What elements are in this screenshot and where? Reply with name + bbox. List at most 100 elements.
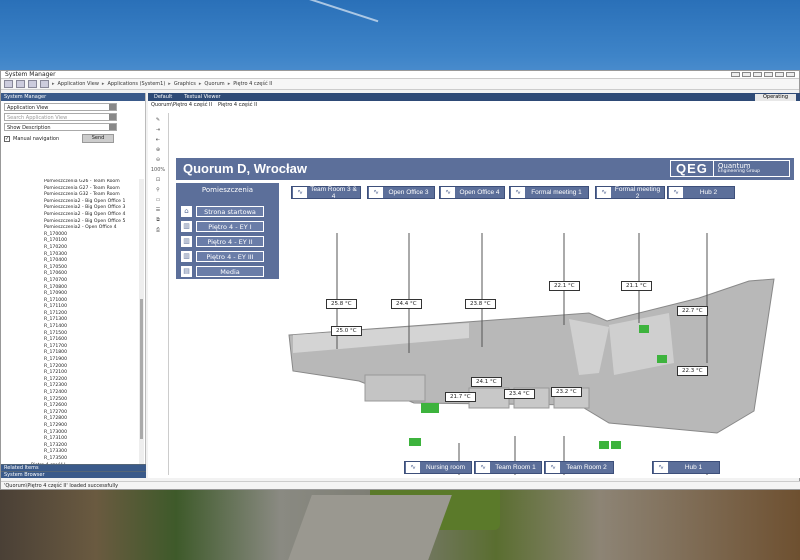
tree-item[interactable]: R_170800	[1, 285, 141, 292]
trend-icon: ∿	[293, 187, 307, 198]
tree-scrollbar[interactable]	[139, 179, 144, 469]
tree-item[interactable]: R_172800	[1, 416, 141, 423]
tree-item[interactable]: R_172400	[1, 390, 141, 397]
back-button[interactable]	[4, 80, 13, 88]
menu-start-button[interactable]: Strona startowa	[196, 206, 264, 217]
tree-item[interactable]: R_171100	[1, 304, 141, 311]
tree-item[interactable]: R_172900	[1, 423, 141, 430]
breadcrumb-0[interactable]: Application View	[58, 81, 99, 87]
tree-view[interactable]: Pomieszczenia G26 - Team Room Pomieszczen…	[1, 179, 141, 469]
tree-item[interactable]: R_172500	[1, 397, 141, 404]
pen-icon[interactable]: ✎	[156, 117, 160, 123]
tree-item[interactable]: R_173200	[1, 443, 141, 450]
layout-buttons[interactable]	[731, 72, 795, 77]
tree-item[interactable]: Pomieszczenia G32 - Team Room	[1, 192, 141, 199]
forward-button[interactable]	[16, 80, 25, 88]
tree-item[interactable]: R_170000	[1, 232, 141, 239]
tree-item[interactable]: R_171000	[1, 298, 141, 305]
tree-item[interactable]: R_171800	[1, 350, 141, 357]
tree-item[interactable]: R_171700	[1, 344, 141, 351]
menu-floor4-ey1-button[interactable]: Piętro 4 - EY I	[196, 221, 264, 232]
system-browser-tab[interactable]: System Browser	[1, 471, 146, 478]
trend-icon: ∿	[669, 187, 683, 198]
frame-icon[interactable]: ▭	[156, 197, 161, 203]
room-team-room-2[interactable]: ∿ Team Room 2	[544, 461, 614, 474]
tab-textual-viewer[interactable]: Textual Viewer	[178, 94, 226, 100]
tree-item[interactable]: R_171900	[1, 357, 141, 364]
home-icon[interactable]: ⌂	[181, 206, 192, 217]
room-team-room-1[interactable]: ∿ Team Room 1	[474, 461, 542, 474]
room-formal-meeting-1[interactable]: ∿ Formal meeting 1	[509, 186, 589, 199]
tree-item[interactable]: Pomieszczenia G26 - Team Room	[1, 179, 141, 186]
layers-icon[interactable]: ☰	[156, 207, 160, 213]
home-button[interactable]	[28, 80, 37, 88]
tree-item[interactable]: R_172200	[1, 377, 141, 384]
temp-team-room-3: 25.8 °C	[326, 299, 357, 309]
building-icon[interactable]: ▥	[181, 221, 192, 232]
manual-nav-checkbox[interactable]: ✓	[4, 135, 10, 142]
tree-item[interactable]: R_170200	[1, 245, 141, 252]
room-hub-1[interactable]: ∿ Hub 1	[652, 461, 720, 474]
room-open-office-4[interactable]: ∿ Open Office 4	[439, 186, 505, 199]
breadcrumb-2[interactable]: Graphics	[174, 81, 196, 87]
building-icon[interactable]: ▥	[181, 251, 192, 262]
tree-item[interactable]: R_173300	[1, 449, 141, 456]
room-nursing-room[interactable]: ∿ Nursing room	[404, 461, 472, 474]
copy-icon[interactable]: ⧉	[156, 217, 160, 223]
tree-item[interactable]: Pomieszczenia2 - Open Office 4	[1, 225, 141, 232]
tree-item[interactable]: R_170500	[1, 265, 141, 272]
tree-item[interactable]: R_173500	[1, 456, 141, 463]
tree-item[interactable]: R_171300	[1, 317, 141, 324]
tree-item[interactable]: R_171200	[1, 311, 141, 318]
operating-button[interactable]: Operating	[755, 93, 796, 101]
tree-item[interactable]: R_170900	[1, 291, 141, 298]
tree-item[interactable]: R_172000	[1, 364, 141, 371]
breadcrumb-4[interactable]: Piętro 4 część II	[233, 81, 272, 87]
tree-item[interactable]: R_170700	[1, 278, 141, 285]
graphic-canvas: Quorum D, Wrocław QEG Quantum Engineering…	[168, 113, 798, 475]
zoom-level[interactable]: 100%	[151, 167, 165, 173]
tree-item[interactable]: R_171600	[1, 337, 141, 344]
tree-item[interactable]: R_172700	[1, 410, 141, 417]
zoom-in-icon[interactable]: ⊕	[156, 147, 160, 153]
manual-nav-label: Manual navigation	[13, 135, 60, 142]
tree-item[interactable]: R_171500	[1, 331, 141, 338]
tree-item[interactable]: R_170600	[1, 271, 141, 278]
send-button[interactable]: Send	[82, 134, 114, 143]
room-hub-2[interactable]: ∿ Hub 2	[667, 186, 735, 199]
arrow-left-icon[interactable]: ⇤	[156, 137, 160, 143]
menu-floor4-ey2-button[interactable]: Piętro 4 - EY II	[196, 236, 264, 247]
search-icon[interactable]: ⚲	[156, 187, 160, 193]
tab-default[interactable]: Default	[148, 94, 178, 100]
tree-item[interactable]: R_170100	[1, 238, 141, 245]
tree-item[interactable]: Pomieszczenia2 - Big Open Office 4	[1, 212, 141, 219]
view-select[interactable]: Application View	[4, 103, 117, 111]
room-open-office-3[interactable]: ∿ Open Office 3	[367, 186, 435, 199]
description-select[interactable]: Show Description	[4, 123, 117, 131]
arrow-right-icon[interactable]: ⇥	[156, 127, 160, 133]
building-icon[interactable]: ▥	[181, 236, 192, 247]
breadcrumb-3[interactable]: Quorum	[204, 81, 224, 87]
tree-item[interactable]: R_173000	[1, 430, 141, 437]
tree-item[interactable]: R_170400	[1, 258, 141, 265]
rooms-menu-title: Pomieszczenia	[201, 186, 254, 194]
tree-item[interactable]: R_172300	[1, 383, 141, 390]
media-icon[interactable]: ▤	[181, 266, 192, 277]
related-items-tab[interactable]: Related Items	[1, 464, 146, 471]
tree-item[interactable]: R_173100	[1, 436, 141, 443]
zoom-out-icon[interactable]: ⊖	[156, 157, 160, 163]
tree-item[interactable]: R_170300	[1, 252, 141, 259]
view-button[interactable]	[40, 80, 49, 88]
fit-icon[interactable]: ⊡	[156, 177, 160, 183]
tree-item[interactable]: Pomieszczenia2 - Big Open Office 3	[1, 205, 141, 212]
room-team-room-3-4[interactable]: ∿ Team Room 3 & 4	[291, 186, 361, 200]
tree-item[interactable]: R_172100	[1, 370, 141, 377]
menu-media-button[interactable]: Media	[196, 266, 264, 277]
breadcrumb-1[interactable]: Applications (System1)	[107, 81, 165, 87]
menu-floor4-ey3-button[interactable]: Piętro 4 - EY III	[196, 251, 264, 262]
room-formal-meeting-2[interactable]: ∿ Formal meeting 2	[595, 186, 665, 200]
tree-item[interactable]: R_171400	[1, 324, 141, 331]
search-input[interactable]: Search Application View	[4, 113, 117, 121]
print-icon[interactable]: ⎙	[156, 227, 160, 233]
tree-item[interactable]: R_172600	[1, 403, 141, 410]
